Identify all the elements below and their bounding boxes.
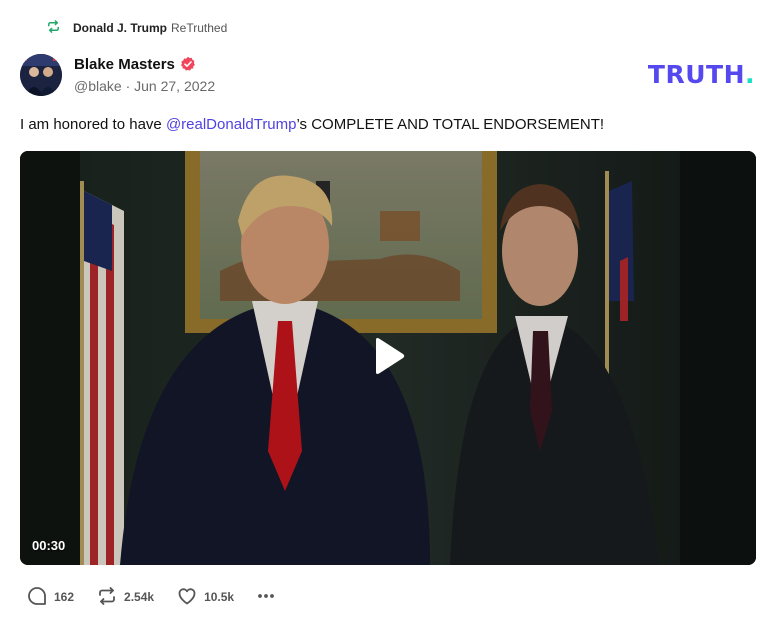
more-icon	[256, 586, 276, 609]
reply-button[interactable]: 162	[26, 585, 74, 610]
reply-icon	[26, 585, 54, 610]
post-text: I am honored to have @realDonaldTrump’s …	[20, 116, 604, 133]
reply-count: 162	[54, 590, 75, 604]
mention-link[interactable]: @realDonaldTrump	[166, 116, 297, 133]
author-handle[interactable]: @blake	[74, 78, 122, 94]
retruth-action-label: ReTruthed	[171, 21, 228, 35]
author-block: Blake Masters @blake · Jun 27, 2022	[74, 55, 215, 95]
action-bar: 162 2.54k 10.5k	[26, 585, 276, 609]
play-icon	[370, 336, 406, 381]
logo-text: TRUTH	[647, 60, 745, 89]
meta-separator: ·	[125, 78, 131, 94]
like-count: 10.5k	[204, 590, 235, 604]
author-name[interactable]: Blake Masters	[74, 56, 175, 73]
heart-icon	[176, 585, 204, 610]
video-player[interactable]: 00:30	[20, 151, 756, 565]
verified-badge-icon	[180, 56, 196, 72]
post-date[interactable]: Jun 27, 2022	[134, 78, 215, 94]
retruth-banner: Donald J. Trump ReTruthed	[46, 18, 227, 38]
play-button[interactable]	[366, 321, 410, 395]
retruth-user[interactable]: Donald J. Trump	[73, 21, 167, 35]
post-text-before: I am honored to have	[20, 116, 166, 133]
retruth-button[interactable]: 2.54k	[96, 585, 154, 610]
post-text-after: ’s COMPLETE AND TOTAL ENDORSEMENT!	[296, 116, 605, 133]
retruth-count: 2.54k	[124, 590, 155, 604]
like-button[interactable]: 10.5k	[176, 585, 234, 610]
retruth-icon	[96, 585, 124, 610]
truth-social-logo[interactable]: TRUTH.	[648, 60, 755, 89]
logo-dot: .	[745, 60, 755, 89]
more-button[interactable]	[256, 586, 276, 609]
author-meta: @blake · Jun 27, 2022	[74, 78, 215, 94]
video-duration: 00:30	[32, 538, 66, 553]
avatar[interactable]	[20, 54, 62, 96]
retruth-icon	[46, 19, 61, 37]
